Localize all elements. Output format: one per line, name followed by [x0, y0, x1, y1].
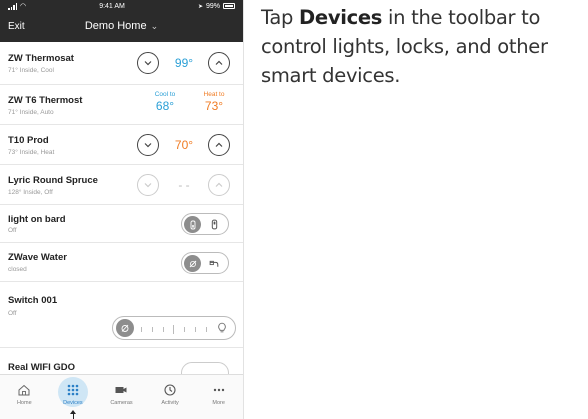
device-status: 71° Inside, Auto — [8, 109, 54, 116]
status-time: 9:41 AM — [99, 2, 125, 10]
phone-screen: ◠ 9:41 AM ➤ 99% Exit Demo Home ⌄ ZW Therm… — [0, 0, 244, 419]
device-list[interactable]: ZW Thermosat 71° Inside, Cool 99° ZW T6 … — [0, 42, 243, 374]
device-row-zw-thermosat[interactable]: ZW Thermosat 71° Inside, Cool 99° — [0, 42, 243, 85]
decrease-temp-button[interactable] — [137, 174, 159, 196]
tab-cameras[interactable]: Cameras — [97, 375, 146, 419]
signal-icon — [8, 2, 17, 10]
tab-label: Activity — [161, 400, 179, 406]
device-status: Off — [8, 227, 17, 234]
home-title: Demo Home — [84, 20, 147, 32]
battery-icon — [223, 3, 235, 9]
tab-activity[interactable]: Activity — [146, 375, 195, 419]
device-row-lyric-round[interactable]: Lyric Round Spruce 128° Inside, Off - - — [0, 165, 243, 205]
tab-label: Home — [16, 400, 32, 406]
dimmer-knob[interactable] — [116, 319, 134, 337]
bottom-tab-bar: Home Devices Cameras Activity More — [0, 374, 243, 419]
wifi-icon: ◠ — [20, 3, 27, 10]
devices-grid-icon — [67, 384, 79, 396]
chevron-down-icon — [144, 61, 152, 66]
device-status: 71° Inside, Cool — [8, 67, 54, 74]
top-navbar: Exit Demo Home ⌄ — [0, 12, 243, 42]
setpoint-temp: 70° — [174, 138, 194, 152]
device-row-zwave-water[interactable]: ZWave Water closed — [0, 243, 243, 282]
instruction-text: Tap Devices in the toolbar to control li… — [261, 3, 583, 90]
heat-to-label: Heat to — [203, 91, 225, 98]
device-name: Lyric Round Spruce — [8, 175, 98, 186]
camera-icon — [115, 387, 127, 393]
pointer-arrow-icon — [69, 410, 76, 419]
chevron-down-icon — [144, 183, 152, 188]
device-status: 128° Inside, Off — [8, 189, 53, 196]
device-name: ZW Thermosat — [8, 53, 74, 64]
increase-temp-button[interactable] — [208, 52, 230, 74]
faucet-icon — [209, 260, 219, 267]
garage-door-toggle[interactable] — [181, 362, 229, 374]
home-icon — [18, 384, 30, 396]
device-name: ZWave Water — [8, 252, 67, 263]
switch-on-icon — [211, 219, 218, 230]
setpoint-temp: - - — [178, 178, 190, 192]
dimmer-ticks — [141, 325, 207, 334]
more-dots-icon — [213, 388, 224, 392]
device-status: closed — [8, 266, 27, 273]
increase-temp-button[interactable] — [208, 174, 230, 196]
device-row-zw-t6[interactable]: ZW T6 Thermost 71° Inside, Auto Cool to … — [0, 85, 243, 125]
clock-icon — [164, 384, 176, 396]
instruction-prefix: Tap — [261, 6, 300, 29]
increase-temp-button[interactable] — [208, 134, 230, 156]
decrease-temp-button[interactable] — [137, 134, 159, 156]
cool-to-label: Cool to — [154, 91, 176, 98]
home-selector[interactable]: Demo Home ⌄ — [0, 20, 243, 32]
bulb-icon — [218, 322, 226, 333]
status-bar: ◠ 9:41 AM ➤ 99% — [0, 0, 243, 12]
light-switch-toggle[interactable] — [181, 213, 229, 235]
water-valve-toggle[interactable] — [181, 252, 229, 274]
device-row-light-on-bard[interactable]: light on bard Off — [0, 205, 243, 243]
device-name: light on bard — [8, 214, 66, 225]
instruction-highlight: Devices — [299, 6, 383, 29]
device-status: Off — [8, 310, 17, 317]
tab-label: Devices — [63, 400, 83, 406]
tab-label: More — [212, 400, 225, 406]
device-name: T10 Prod — [8, 135, 49, 146]
heat-to-value[interactable]: 73° — [199, 99, 229, 113]
device-status: 73° Inside, Heat — [8, 149, 55, 156]
tab-devices[interactable]: Devices — [49, 375, 98, 419]
chevron-up-icon — [215, 142, 223, 147]
device-name: Switch 001 — [8, 295, 58, 306]
setpoint-temp: 99° — [174, 56, 194, 70]
device-row-real-wifi-gdo[interactable]: Real WIFI GDO — [0, 348, 243, 374]
tab-home[interactable]: Home — [0, 375, 49, 419]
light-switch-icon — [190, 220, 195, 229]
chevron-down-icon: ⌄ — [150, 21, 159, 31]
chevron-down-icon — [144, 143, 152, 148]
power-off-icon — [121, 324, 129, 332]
device-row-switch-001[interactable]: Switch 001 Off — [0, 282, 243, 348]
tab-more[interactable]: More — [194, 375, 243, 419]
battery-percent: 99% — [205, 2, 220, 10]
device-row-t10-prod[interactable]: T10 Prod 73° Inside, Heat 70° — [0, 125, 243, 165]
switch-knob — [184, 216, 201, 233]
valve-closed-icon — [189, 260, 196, 267]
tab-label: Cameras — [110, 400, 133, 406]
decrease-temp-button[interactable] — [137, 52, 159, 74]
device-name: Real WIFI GDO — [8, 362, 76, 373]
cool-to-value[interactable]: 68° — [150, 99, 180, 113]
valve-knob — [184, 255, 201, 272]
dimmer-slider[interactable] — [112, 316, 236, 340]
chevron-up-icon — [215, 182, 223, 187]
chevron-up-icon — [215, 60, 223, 65]
location-icon: ➤ — [197, 3, 203, 10]
device-name: ZW T6 Thermost — [8, 95, 83, 106]
